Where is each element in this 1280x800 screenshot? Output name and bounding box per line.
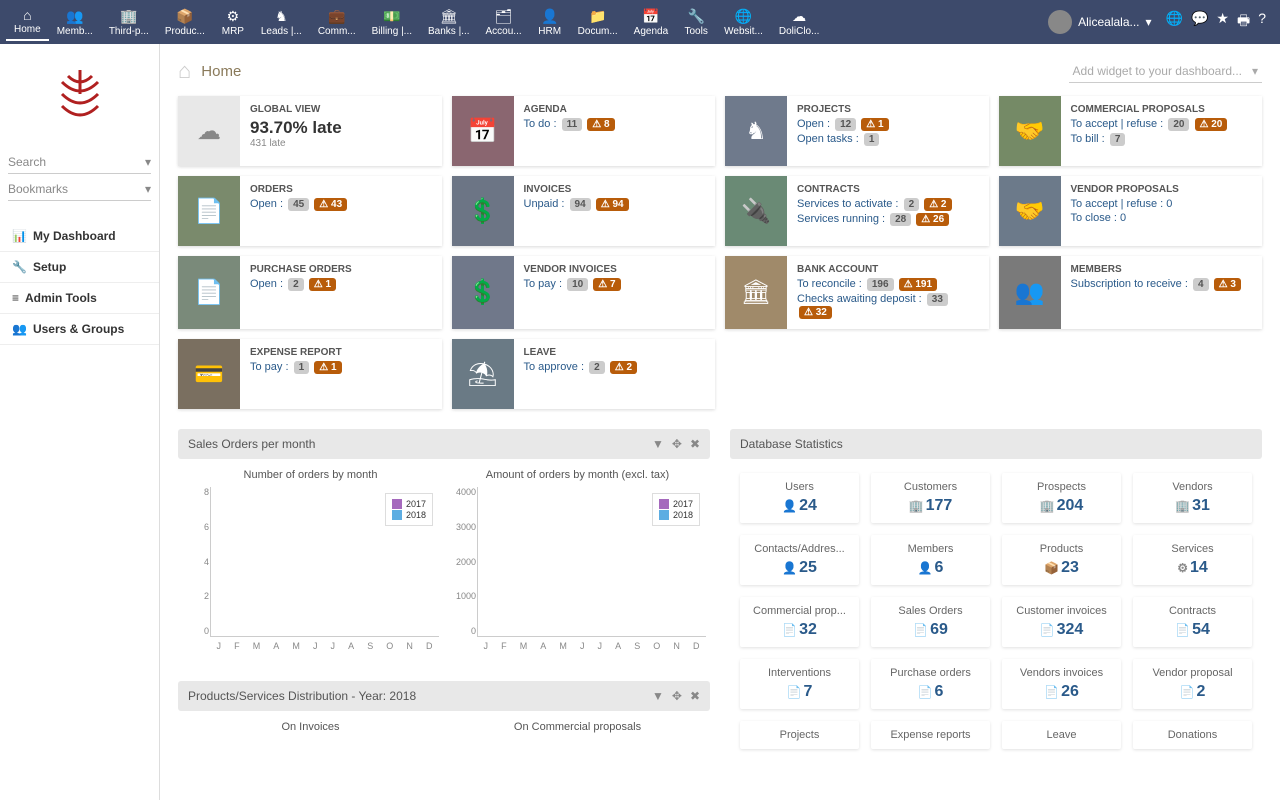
main-content: ⌂ Home Add widget to your dashboard... ☁… bbox=[160, 44, 1280, 800]
chart-0: Number of orders by month8642020172018JF… bbox=[182, 469, 439, 651]
card-global[interactable]: ☁GLOBAL VIEW93.70% late431 late bbox=[178, 96, 442, 166]
star-icon[interactable]: ★ bbox=[1216, 10, 1229, 34]
sidebar-item-admintools[interactable]: ≡Admin Tools bbox=[0, 283, 159, 314]
card-invoices[interactable]: 💲INVOICESUnpaid : 94 ⚠ 94 bbox=[452, 176, 716, 246]
card-vendorinv[interactable]: 💲VENDOR INVOICESTo pay : 10 ⚠ 7 bbox=[452, 256, 716, 329]
stat-projects[interactable]: Projects bbox=[740, 721, 859, 749]
sidebar-item-usersgroups[interactable]: 👥Users & Groups bbox=[0, 314, 159, 345]
stat-expensereports[interactable]: Expense reports bbox=[871, 721, 990, 749]
sidebar: Search▾ Bookmarks▾ 📊My Dashboard🔧Setup≡A… bbox=[0, 44, 160, 800]
stat-purchaseorders[interactable]: Purchase orders📄6 bbox=[871, 659, 990, 709]
panel-title: Database Statistics bbox=[740, 437, 843, 451]
card-vendorprop[interactable]: 🤝VENDOR PROPOSALSTo accept | refuse : 0T… bbox=[999, 176, 1263, 246]
stat-commercialprop[interactable]: Commercial prop...📄32 bbox=[740, 597, 859, 647]
move-icon[interactable]: ✥ bbox=[672, 437, 682, 451]
nav-thirdp[interactable]: 🏢Third-p... bbox=[101, 4, 157, 41]
stat-members[interactable]: Members👤6 bbox=[871, 535, 990, 585]
stat-prospects[interactable]: Prospects🏢204 bbox=[1002, 473, 1121, 523]
nav-memb[interactable]: 👥Memb... bbox=[49, 4, 101, 41]
print-icon[interactable]: 🖶 bbox=[1237, 10, 1250, 34]
move-icon[interactable]: ✥ bbox=[672, 689, 682, 703]
nav-hrm[interactable]: 👤HRM bbox=[530, 4, 570, 41]
sidebar-item-setup[interactable]: 🔧Setup bbox=[0, 252, 159, 283]
panel-title: Products/Services Distribution - Year: 2… bbox=[188, 689, 416, 703]
stat-products[interactable]: Products📦23 bbox=[1002, 535, 1121, 585]
stat-vendors[interactable]: Vendors🏢31 bbox=[1133, 473, 1252, 523]
card-members[interactable]: 👥MEMBERSSubscription to receive : 4 ⚠ 3 bbox=[999, 256, 1263, 329]
card-contracts[interactable]: 🔌CONTRACTSServices to activate : 2 ⚠ 2Se… bbox=[725, 176, 989, 246]
chart-subtitle: On Commercial proposals bbox=[449, 721, 706, 733]
database-stats-panel: Database Statistics Users👤24Customers🏢17… bbox=[730, 429, 1262, 763]
card-projects[interactable]: ♞PROJECTSOpen : 12 ⚠ 1Open tasks : 1 bbox=[725, 96, 989, 166]
card-orders[interactable]: 📄ORDERSOpen : 45 ⚠ 43 bbox=[178, 176, 442, 246]
card-commprop[interactable]: 🤝COMMERCIAL PROPOSALSTo accept | refuse … bbox=[999, 96, 1263, 166]
help-icon[interactable]: ? bbox=[1258, 10, 1266, 34]
stat-customers[interactable]: Customers🏢177 bbox=[871, 473, 990, 523]
close-icon[interactable]: ✖ bbox=[690, 689, 700, 703]
chat-icon[interactable]: 💬 bbox=[1191, 10, 1208, 34]
stat-interventions[interactable]: Interventions📄7 bbox=[740, 659, 859, 709]
nav-accou[interactable]: 🗂Accou... bbox=[478, 4, 530, 41]
card-expense[interactable]: 💳EXPENSE REPORTTo pay : 1 ⚠ 1 bbox=[178, 339, 442, 409]
nav-mrp[interactable]: ⚙MRP bbox=[213, 4, 253, 41]
nav-billing[interactable]: 💵Billing |... bbox=[364, 4, 420, 41]
nav-agenda[interactable]: 📅Agenda bbox=[626, 4, 676, 41]
stat-services[interactable]: Services⚙14 bbox=[1133, 535, 1252, 585]
nav-doliclo[interactable]: ☁DoliClo... bbox=[771, 4, 828, 41]
bookmarks-dropdown[interactable]: Bookmarks▾ bbox=[8, 178, 151, 201]
avatar bbox=[1048, 10, 1072, 34]
nav-websit[interactable]: 🌐Websit... bbox=[716, 4, 771, 41]
logo bbox=[0, 54, 159, 147]
stat-contracts[interactable]: Contracts📄54 bbox=[1133, 597, 1252, 647]
card-po[interactable]: 📄PURCHASE ORDERSOpen : 2 ⚠ 1 bbox=[178, 256, 442, 329]
filter-icon[interactable]: ▼ bbox=[652, 437, 664, 451]
chart-1: Amount of orders by month (excl. tax)400… bbox=[449, 469, 706, 651]
filter-icon[interactable]: ▼ bbox=[652, 689, 664, 703]
stat-users[interactable]: Users👤24 bbox=[740, 473, 859, 523]
nav-comm[interactable]: 💼Comm... bbox=[310, 4, 364, 41]
close-icon[interactable]: ✖ bbox=[690, 437, 700, 451]
stat-vendorsinvoices[interactable]: Vendors invoices📄26 bbox=[1002, 659, 1121, 709]
sales-orders-panel: Sales Orders per month ▼ ✥ ✖ Number of o… bbox=[178, 429, 710, 763]
page-title: Home bbox=[201, 63, 241, 80]
card-bank[interactable]: 🏛BANK ACCOUNTTo reconcile : 196 ⚠ 191Che… bbox=[725, 256, 989, 329]
nav-docum[interactable]: 📁Docum... bbox=[570, 4, 626, 41]
top-nav: ⌂Home👥Memb...🏢Third-p...📦Produc...⚙MRP♞L… bbox=[0, 0, 1280, 44]
stat-contactsaddres[interactable]: Contacts/Addres...👤25 bbox=[740, 535, 859, 585]
nav-banks[interactable]: 🏛Banks |... bbox=[420, 4, 478, 41]
stat-customerinvoices[interactable]: Customer invoices📄324 bbox=[1002, 597, 1121, 647]
nav-leads[interactable]: ♞Leads |... bbox=[253, 4, 310, 41]
globe-icon[interactable]: 🌐 bbox=[1166, 10, 1183, 34]
nav-produc[interactable]: 📦Produc... bbox=[157, 4, 213, 41]
stat-donations[interactable]: Donations bbox=[1133, 721, 1252, 749]
card-agenda[interactable]: 📅AGENDATo do : 11 ⚠ 8 bbox=[452, 96, 716, 166]
card-leave[interactable]: ⛱LEAVETo approve : 2 ⚠ 2 bbox=[452, 339, 716, 409]
panel-title: Sales Orders per month bbox=[188, 437, 315, 451]
chart-subtitle: On Invoices bbox=[182, 721, 439, 733]
stat-salesorders[interactable]: Sales Orders📄69 bbox=[871, 597, 990, 647]
sidebar-item-mydashboard[interactable]: 📊My Dashboard bbox=[0, 221, 159, 252]
home-icon: ⌂ bbox=[178, 58, 191, 84]
stat-vendorproposal[interactable]: Vendor proposal📄2 bbox=[1133, 659, 1252, 709]
nav-tools[interactable]: 🔧Tools bbox=[676, 4, 716, 41]
search-input[interactable]: Search▾ bbox=[8, 151, 151, 174]
user-menu[interactable]: Alicealala...▾ bbox=[1042, 10, 1157, 34]
add-widget-dropdown[interactable]: Add widget to your dashboard... bbox=[1069, 60, 1262, 83]
nav-home[interactable]: ⌂Home bbox=[6, 3, 49, 41]
stat-leave[interactable]: Leave bbox=[1002, 721, 1121, 749]
